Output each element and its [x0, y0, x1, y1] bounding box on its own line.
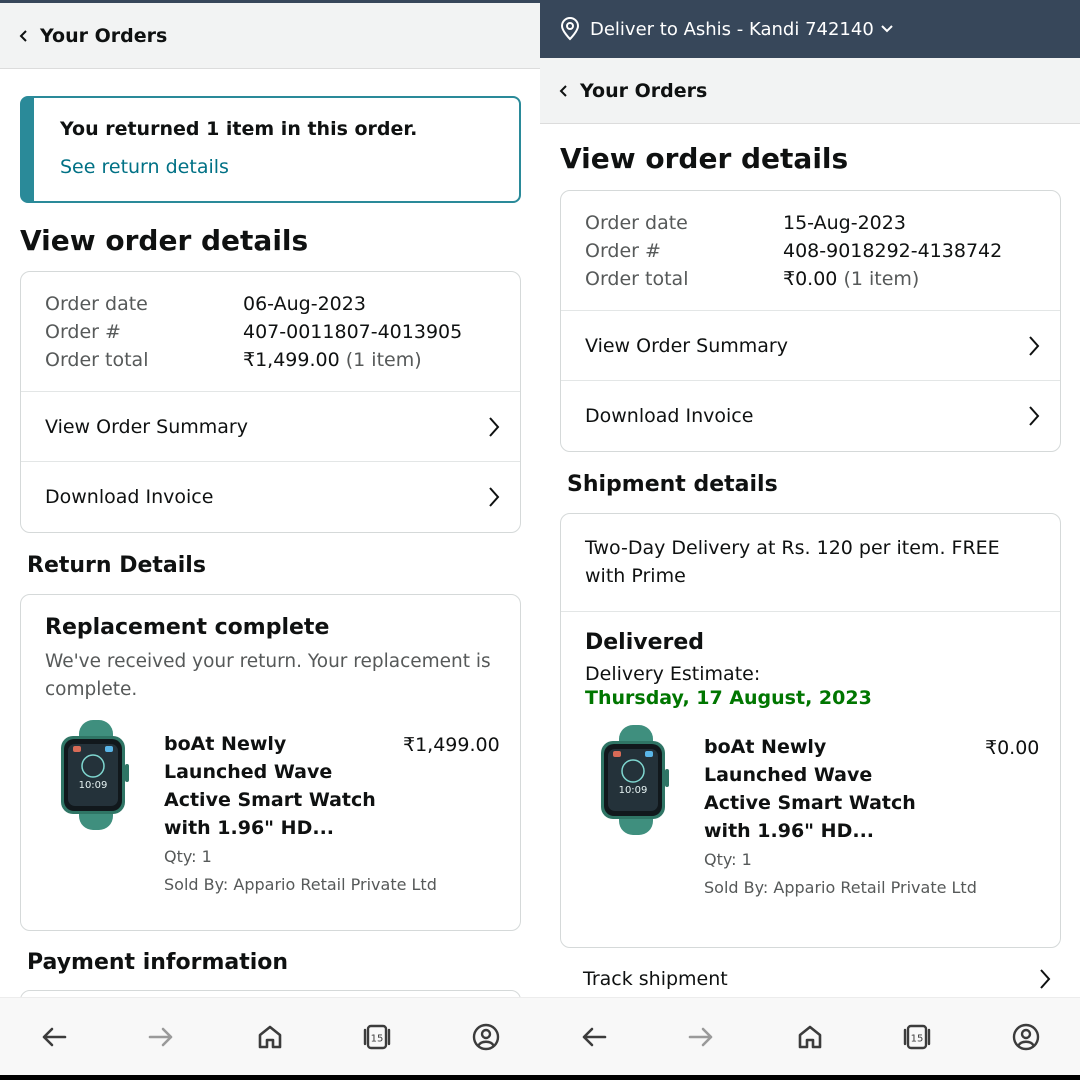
- delivery-estimate-label: Delivery Estimate:: [585, 663, 761, 685]
- order-info-card: Order date 15-Aug-2023 Order # 408-90182…: [560, 190, 1061, 452]
- order-total-value: ₹0.00 (1 item): [783, 265, 919, 293]
- order-number-label: Order #: [585, 240, 661, 262]
- profile-icon[interactable]: [1011, 1022, 1041, 1052]
- payment-information-heading: Payment information: [27, 950, 289, 975]
- location-pin-icon: [560, 17, 580, 41]
- home-icon[interactable]: [255, 1022, 285, 1052]
- delivery-estimate-date: Thursday, 17 August, 2023: [585, 687, 872, 709]
- nav-forward-arrow-icon[interactable]: [686, 1022, 716, 1052]
- delivery-status: Delivered: [585, 630, 705, 655]
- track-shipment-row[interactable]: Track shipment: [583, 968, 1053, 990]
- item-price: ₹1,499.00: [403, 734, 500, 756]
- browser-nav-bar: 15: [540, 997, 1080, 1075]
- order-date-value: 15-Aug-2023: [783, 212, 906, 234]
- deliver-to-text: Deliver to Ashis - Kandi 742140: [590, 18, 874, 40]
- chevron-right-icon: [1029, 406, 1040, 426]
- smartwatch-product-image[interactable]: 10:09: [55, 720, 135, 830]
- order-total-items: (1 item): [843, 268, 920, 290]
- order-total-amount: ₹0.00: [783, 268, 838, 290]
- nav-back-arrow-icon[interactable]: [39, 1022, 69, 1052]
- watch-face-time: 10:09: [619, 785, 648, 796]
- tab-count: 15: [911, 1034, 924, 1045]
- nav-back-arrow-icon[interactable]: [579, 1022, 609, 1052]
- your-orders-header[interactable]: Your Orders: [540, 58, 1080, 124]
- chevron-right-icon: [489, 416, 500, 437]
- item-seller: Sold By: Appario Retail Private Ltd: [704, 878, 977, 897]
- left-phone-screen: Your Orders You returned 1 item in this …: [0, 0, 540, 1075]
- order-total-amount: ₹1,499.00: [243, 349, 340, 371]
- item-price: ₹0.00: [985, 737, 1040, 759]
- see-return-details-link[interactable]: See return details: [60, 156, 519, 178]
- order-total-value: ₹1,499.00 (1 item): [243, 346, 422, 374]
- download-invoice-row[interactable]: Download Invoice: [21, 462, 520, 532]
- order-total-row: Order total ₹0.00 (1 item): [585, 265, 1060, 293]
- return-details-heading: Return Details: [27, 553, 206, 578]
- home-icon[interactable]: [795, 1022, 825, 1052]
- view-order-details-heading: View order details: [20, 224, 309, 257]
- track-shipment-label: Track shipment: [583, 968, 728, 990]
- order-number-value: 408-9018292-4138742: [783, 240, 1003, 262]
- deliver-to-bar[interactable]: Deliver to Ashis - Kandi 742140: [540, 0, 1080, 58]
- browser-nav-bar: 15: [0, 997, 540, 1075]
- delivery-status-block: Delivered Delivery Estimate: Thursday, 1…: [561, 612, 1060, 709]
- return-notice: You returned 1 item in this order. See r…: [20, 96, 521, 203]
- your-orders-title: Your Orders: [40, 24, 168, 47]
- return-details-card: Replacement complete We've received your…: [20, 594, 521, 931]
- tabs-icon[interactable]: 15: [902, 1022, 932, 1052]
- download-invoice-label: Download Invoice: [45, 486, 214, 508]
- shipment-card: Two-Day Delivery at Rs. 120 per item. FR…: [560, 513, 1061, 948]
- chevron-right-icon: [1029, 335, 1040, 356]
- nav-forward-arrow-icon[interactable]: [146, 1022, 176, 1052]
- order-number-row: Order # 407-0011807-4013905: [45, 318, 520, 346]
- order-number-label: Order #: [45, 321, 121, 343]
- view-order-summary-row[interactable]: View Order Summary: [561, 311, 1060, 381]
- return-notice-message: You returned 1 item in this order.: [60, 118, 418, 140]
- shipment-details-heading: Shipment details: [567, 472, 778, 497]
- order-info-rows: Order date 06-Aug-2023 Order # 407-00118…: [21, 272, 520, 392]
- your-orders-title: Your Orders: [580, 79, 708, 102]
- smartwatch-product-image[interactable]: 10:09: [595, 725, 675, 835]
- order-total-label: Order total: [585, 268, 689, 290]
- order-date-label: Order date: [585, 212, 688, 234]
- order-date-row: Order date 15-Aug-2023: [585, 209, 1060, 237]
- tab-count: 15: [371, 1034, 384, 1045]
- order-info-rows: Order date 15-Aug-2023 Order # 408-90182…: [561, 191, 1060, 311]
- order-date-label: Order date: [45, 293, 148, 315]
- download-invoice-label: Download Invoice: [585, 405, 754, 427]
- back-chevron-icon[interactable]: [558, 84, 570, 97]
- download-invoice-row[interactable]: Download Invoice: [561, 381, 1060, 451]
- replacement-status: Replacement complete: [45, 615, 330, 640]
- view-order-summary-label: View Order Summary: [45, 415, 248, 438]
- order-total-items: (1 item): [345, 349, 422, 371]
- profile-icon[interactable]: [471, 1022, 501, 1052]
- order-total-label: Order total: [45, 349, 149, 371]
- item-quantity: Qty: 1: [704, 850, 752, 869]
- back-chevron-icon[interactable]: [18, 29, 30, 42]
- chevron-right-icon: [1040, 969, 1051, 989]
- replacement-message: We've received your return. Your replace…: [45, 651, 491, 700]
- chevron-down-icon: [881, 25, 893, 33]
- view-order-summary-label: View Order Summary: [585, 334, 788, 357]
- order-number-value: 407-0011807-4013905: [243, 321, 463, 343]
- watch-face-time: 10:09: [79, 780, 108, 791]
- order-date-value: 06-Aug-2023: [243, 293, 366, 315]
- tabs-icon[interactable]: 15: [362, 1022, 392, 1052]
- order-number-row: Order # 408-9018292-4138742: [585, 237, 1060, 265]
- shipping-method: Two-Day Delivery at Rs. 120 per item. FR…: [561, 514, 1060, 612]
- chevron-right-icon: [489, 487, 500, 507]
- screenshot-root: Your Orders You returned 1 item in this …: [0, 0, 1080, 1080]
- order-date-row: Order date 06-Aug-2023: [45, 290, 520, 318]
- view-order-summary-row[interactable]: View Order Summary: [21, 392, 520, 462]
- item-quantity: Qty: 1: [164, 847, 212, 866]
- your-orders-header[interactable]: Your Orders: [0, 3, 540, 69]
- right-phone-screen: Deliver to Ashis - Kandi 742140 Your Ord…: [540, 0, 1080, 1075]
- item-name-link[interactable]: boAt Newly Launched Wave Active Smart Wa…: [164, 730, 394, 842]
- order-total-row: Order total ₹1,499.00 (1 item): [45, 346, 520, 374]
- item-name-link[interactable]: boAt Newly Launched Wave Active Smart Wa…: [704, 733, 934, 845]
- item-seller: Sold By: Appario Retail Private Ltd: [164, 875, 437, 894]
- order-info-card: Order date 06-Aug-2023 Order # 407-00118…: [20, 271, 521, 533]
- view-order-details-heading: View order details: [560, 142, 849, 175]
